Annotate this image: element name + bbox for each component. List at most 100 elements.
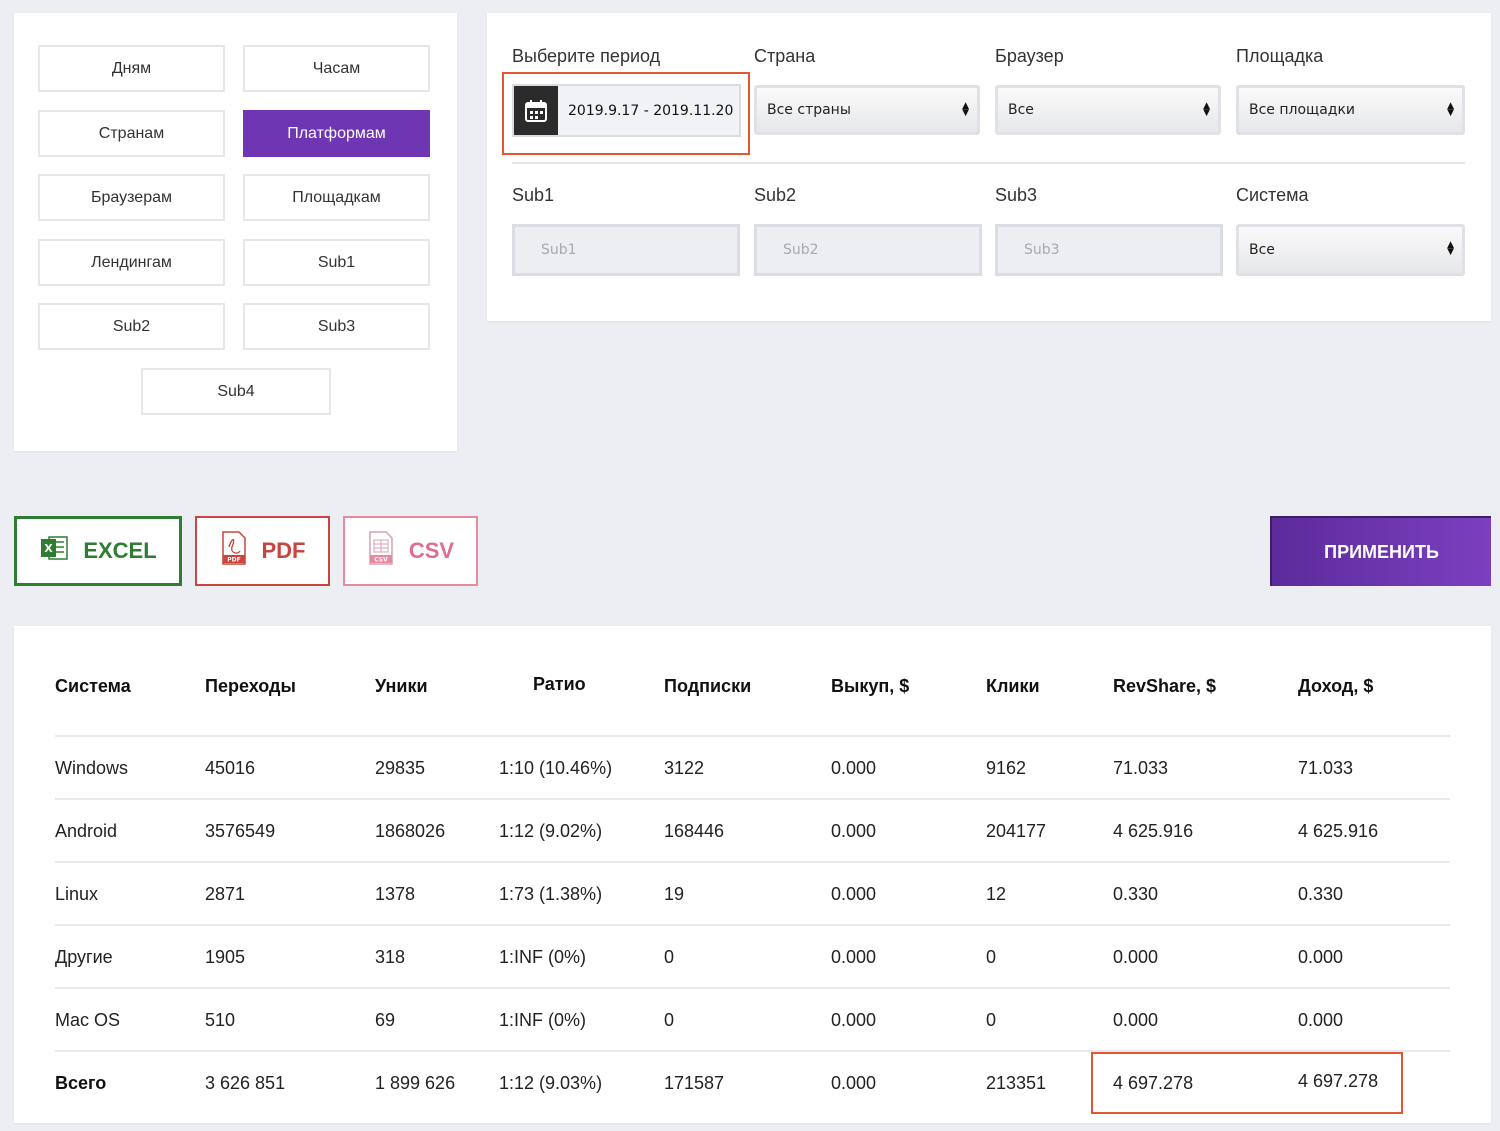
cell-subscriptions: 168446 — [664, 821, 725, 841]
csv-icon-text: CSV — [374, 557, 388, 564]
col-header-ratio[interactable]: Ратио — [533, 674, 586, 695]
cell-revshare: 0.000 — [1113, 1010, 1159, 1030]
sub3-placeholder: Sub3 — [1024, 242, 1060, 258]
cell-subscriptions: 171587 — [664, 1073, 725, 1093]
table-row: Windows 45016 29835 1:10 (10.46%) 3122 0… — [55, 735, 1450, 800]
cell-system: Linux — [55, 884, 99, 904]
cell-income: 71.033 — [1298, 758, 1354, 778]
site-select[interactable]: Все площадки ▲ ▼ — [1236, 85, 1465, 135]
export-csv-button[interactable]: CSV CSV — [343, 516, 478, 586]
sub2-placeholder: Sub2 — [783, 242, 819, 258]
group-by-sub1-button[interactable]: Sub1 — [243, 239, 430, 286]
browser-select-value: Все — [1008, 102, 1034, 118]
cell-ratio: 1:INF (0%) — [499, 947, 587, 967]
col-header-system[interactable]: Система — [55, 676, 131, 697]
pdf-icon-text: PDF — [227, 557, 240, 564]
col-header-income[interactable]: Доход, $ — [1298, 676, 1373, 697]
sub2-input[interactable]: Sub2 — [754, 224, 982, 276]
cell-ratio: 1:INF (0%) — [499, 1010, 587, 1030]
col-header-clicks[interactable]: Клики — [986, 676, 1040, 697]
cell-transitions: 2871 — [205, 884, 246, 904]
country-select-value: Все страны — [767, 102, 851, 118]
sub3-input[interactable]: Sub3 — [995, 224, 1223, 276]
system-label: Система — [1236, 185, 1309, 205]
sub1-placeholder: Sub1 — [541, 242, 577, 258]
cell-subscriptions: 0 — [664, 947, 675, 967]
csv-file-icon: CSV — [367, 531, 395, 571]
cell-ratio: 1:73 (1.38%) — [499, 884, 603, 904]
col-header-uniques[interactable]: Уники — [375, 676, 428, 697]
col-header-subscriptions[interactable]: Подписки — [664, 676, 751, 697]
group-by-days-button[interactable]: Дням — [38, 45, 225, 92]
site-select-value: Все площадки — [1249, 102, 1356, 118]
cell-buyout: 0.000 — [831, 821, 877, 841]
apply-button[interactable]: ПРИМЕНИТЬ — [1270, 516, 1491, 586]
cell-subscriptions: 19 — [664, 884, 685, 904]
system-select[interactable]: Все ▲ ▼ — [1236, 224, 1465, 276]
cell-uniques: 69 — [375, 1010, 396, 1030]
table-row: Android 3576549 1868026 1:12 (9.02%) 168… — [55, 798, 1450, 863]
group-by-countries-button[interactable]: Странам — [38, 110, 225, 157]
cell-system: Всего — [55, 1073, 107, 1093]
group-by-sub3-button[interactable]: Sub3 — [243, 303, 430, 350]
select-arrows-icon: ▲ ▼ — [1447, 101, 1454, 118]
cell-uniques: 318 — [375, 947, 406, 967]
cell-transitions: 3 626 851 — [205, 1073, 286, 1093]
export-pdf-button[interactable]: PDF PDF — [195, 516, 330, 586]
cell-buyout: 0.000 — [831, 884, 877, 904]
cell-revshare: 4 625.916 — [1113, 821, 1194, 841]
export-excel-label: EXCEL — [83, 538, 157, 563]
browser-label: Браузер — [995, 46, 1064, 66]
period-label: Выберите период — [512, 46, 661, 66]
cell-buyout: 0.000 — [831, 1010, 877, 1030]
cell-transitions: 510 — [205, 1010, 236, 1030]
cell-revshare: 0.000 — [1113, 947, 1159, 967]
cell-uniques: 1378 — [375, 884, 416, 904]
export-pdf-label: PDF — [261, 538, 306, 563]
group-by-sub4-button[interactable]: Sub4 — [141, 368, 331, 415]
cell-clicks: 12 — [986, 884, 1007, 904]
svg-text:X: X — [45, 542, 54, 555]
totals-highlight — [1091, 1052, 1403, 1114]
country-label: Страна — [754, 46, 816, 66]
cell-clicks: 0 — [986, 947, 997, 967]
group-by-hours-button[interactable]: Часам — [243, 45, 430, 92]
cell-revshare: 0.330 — [1113, 884, 1159, 904]
cell-ratio: 1:12 (9.03%) — [499, 1073, 603, 1093]
table-row: Mac OS 510 69 1:INF (0%) 0 0.000 0 0.000… — [55, 987, 1450, 1052]
select-arrows-icon: ▲ ▼ — [1447, 240, 1454, 257]
grouping-panel: Дням Часам Странам Платформам Браузерам … — [14, 13, 457, 451]
cell-uniques: 29835 — [375, 758, 426, 778]
cell-system: Mac OS — [55, 1010, 121, 1030]
group-by-sub2-button[interactable]: Sub2 — [38, 303, 225, 350]
table-row: Linux 2871 1378 1:73 (1.38%) 19 0.000 12… — [55, 861, 1450, 926]
cell-uniques: 1868026 — [375, 821, 446, 841]
cell-income: 0.000 — [1298, 1010, 1344, 1030]
excel-icon: X — [39, 533, 69, 569]
filter-divider — [512, 162, 1465, 164]
col-header-buyout[interactable]: Выкуп, $ — [831, 676, 909, 697]
group-by-sites-button[interactable]: Площадкам — [243, 174, 430, 221]
group-by-landings-button[interactable]: Лендингам — [38, 239, 225, 286]
cell-ratio: 1:10 (10.46%) — [499, 758, 613, 778]
cell-clicks: 213351 — [986, 1073, 1047, 1093]
cell-transitions: 45016 — [205, 758, 256, 778]
cell-transitions: 1905 — [205, 947, 246, 967]
browser-select[interactable]: Все ▲ ▼ — [995, 85, 1221, 135]
group-by-platforms-button[interactable]: Платформам — [243, 110, 430, 157]
group-by-browsers-button[interactable]: Браузерам — [38, 174, 225, 221]
cell-subscriptions: 0 — [664, 1010, 675, 1030]
col-header-transitions[interactable]: Переходы — [205, 676, 296, 697]
sub3-label: Sub3 — [995, 185, 1038, 205]
cell-ratio: 1:12 (9.02%) — [499, 821, 603, 841]
export-excel-button[interactable]: X EXCEL — [14, 516, 182, 586]
col-header-revshare[interactable]: RevShare, $ — [1113, 676, 1216, 697]
cell-system: Windows — [55, 758, 129, 778]
cell-buyout: 0.000 — [831, 758, 877, 778]
cell-buyout: 0.000 — [831, 1073, 877, 1093]
export-csv-label: CSV — [408, 538, 455, 563]
sub1-input[interactable]: Sub1 — [512, 224, 740, 276]
cell-system: Другие — [55, 947, 113, 967]
country-select[interactable]: Все страны ▲ ▼ — [754, 85, 980, 135]
date-range-highlight — [502, 72, 750, 155]
